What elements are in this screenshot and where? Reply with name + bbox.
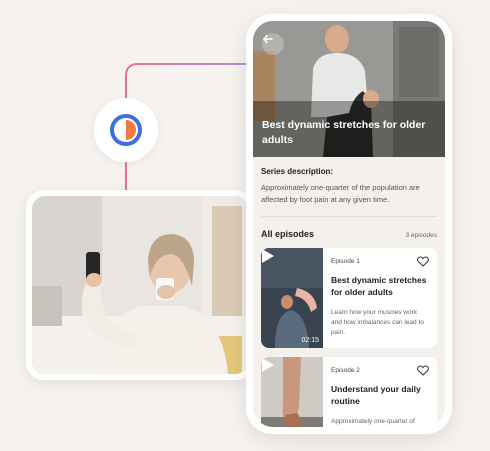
heart-outline-icon[interactable]: [417, 256, 429, 267]
user-photo-card: [26, 190, 254, 380]
brand-logo: [94, 98, 158, 162]
episode-number: Episode 2: [331, 367, 360, 374]
play-icon[interactable]: [261, 248, 275, 264]
series-title: Best dynamic stretches for older adults: [262, 119, 426, 146]
episode-description: Learn how your muscles work and how imba…: [331, 309, 424, 336]
back-button[interactable]: [262, 33, 284, 55]
episode-info: Episode 1 Best dynamic stretches for old…: [323, 248, 437, 348]
episode-number: Episode 1: [331, 258, 360, 265]
episodes-header: All episodes 3 episodes: [253, 217, 445, 239]
episode-info: Episode 2 Understand your daily routine …: [323, 357, 437, 427]
episode-card[interactable]: 02:15 Episode 1 Best dynamic stretches f…: [261, 248, 437, 348]
episode-title: Best dynamic stretches for older adults: [331, 275, 427, 297]
series-description-text: Approximately one-quarter of the populat…: [261, 183, 420, 204]
phone-mockup: Best dynamic stretches for older adults …: [246, 14, 452, 434]
user-photo: [32, 196, 248, 374]
app-screen: Best dynamic stretches for older adults …: [253, 21, 445, 427]
arrow-left-icon: [263, 34, 273, 44]
episodes-title: All episodes: [261, 229, 315, 239]
series-description-label: Series description:: [261, 167, 334, 176]
episode-card[interactable]: Episode 2 Understand your daily routine …: [261, 357, 437, 427]
episode-thumbnail[interactable]: [261, 357, 323, 427]
series-description: Series description: Approximately one-qu…: [253, 157, 445, 206]
brand-logo-icon: [110, 114, 142, 146]
heart-outline-icon[interactable]: [417, 365, 429, 376]
episode-duration: 02:15: [301, 337, 319, 344]
episode-title: Understand your daily routine: [331, 384, 421, 406]
series-hero: Best dynamic stretches for older adults: [253, 21, 445, 157]
episode-description: Approximately one-quarter of: [331, 418, 415, 425]
episodes-count: 3 episodes: [405, 232, 437, 239]
play-icon[interactable]: [261, 357, 275, 373]
episode-thumbnail[interactable]: 02:15: [261, 248, 323, 348]
